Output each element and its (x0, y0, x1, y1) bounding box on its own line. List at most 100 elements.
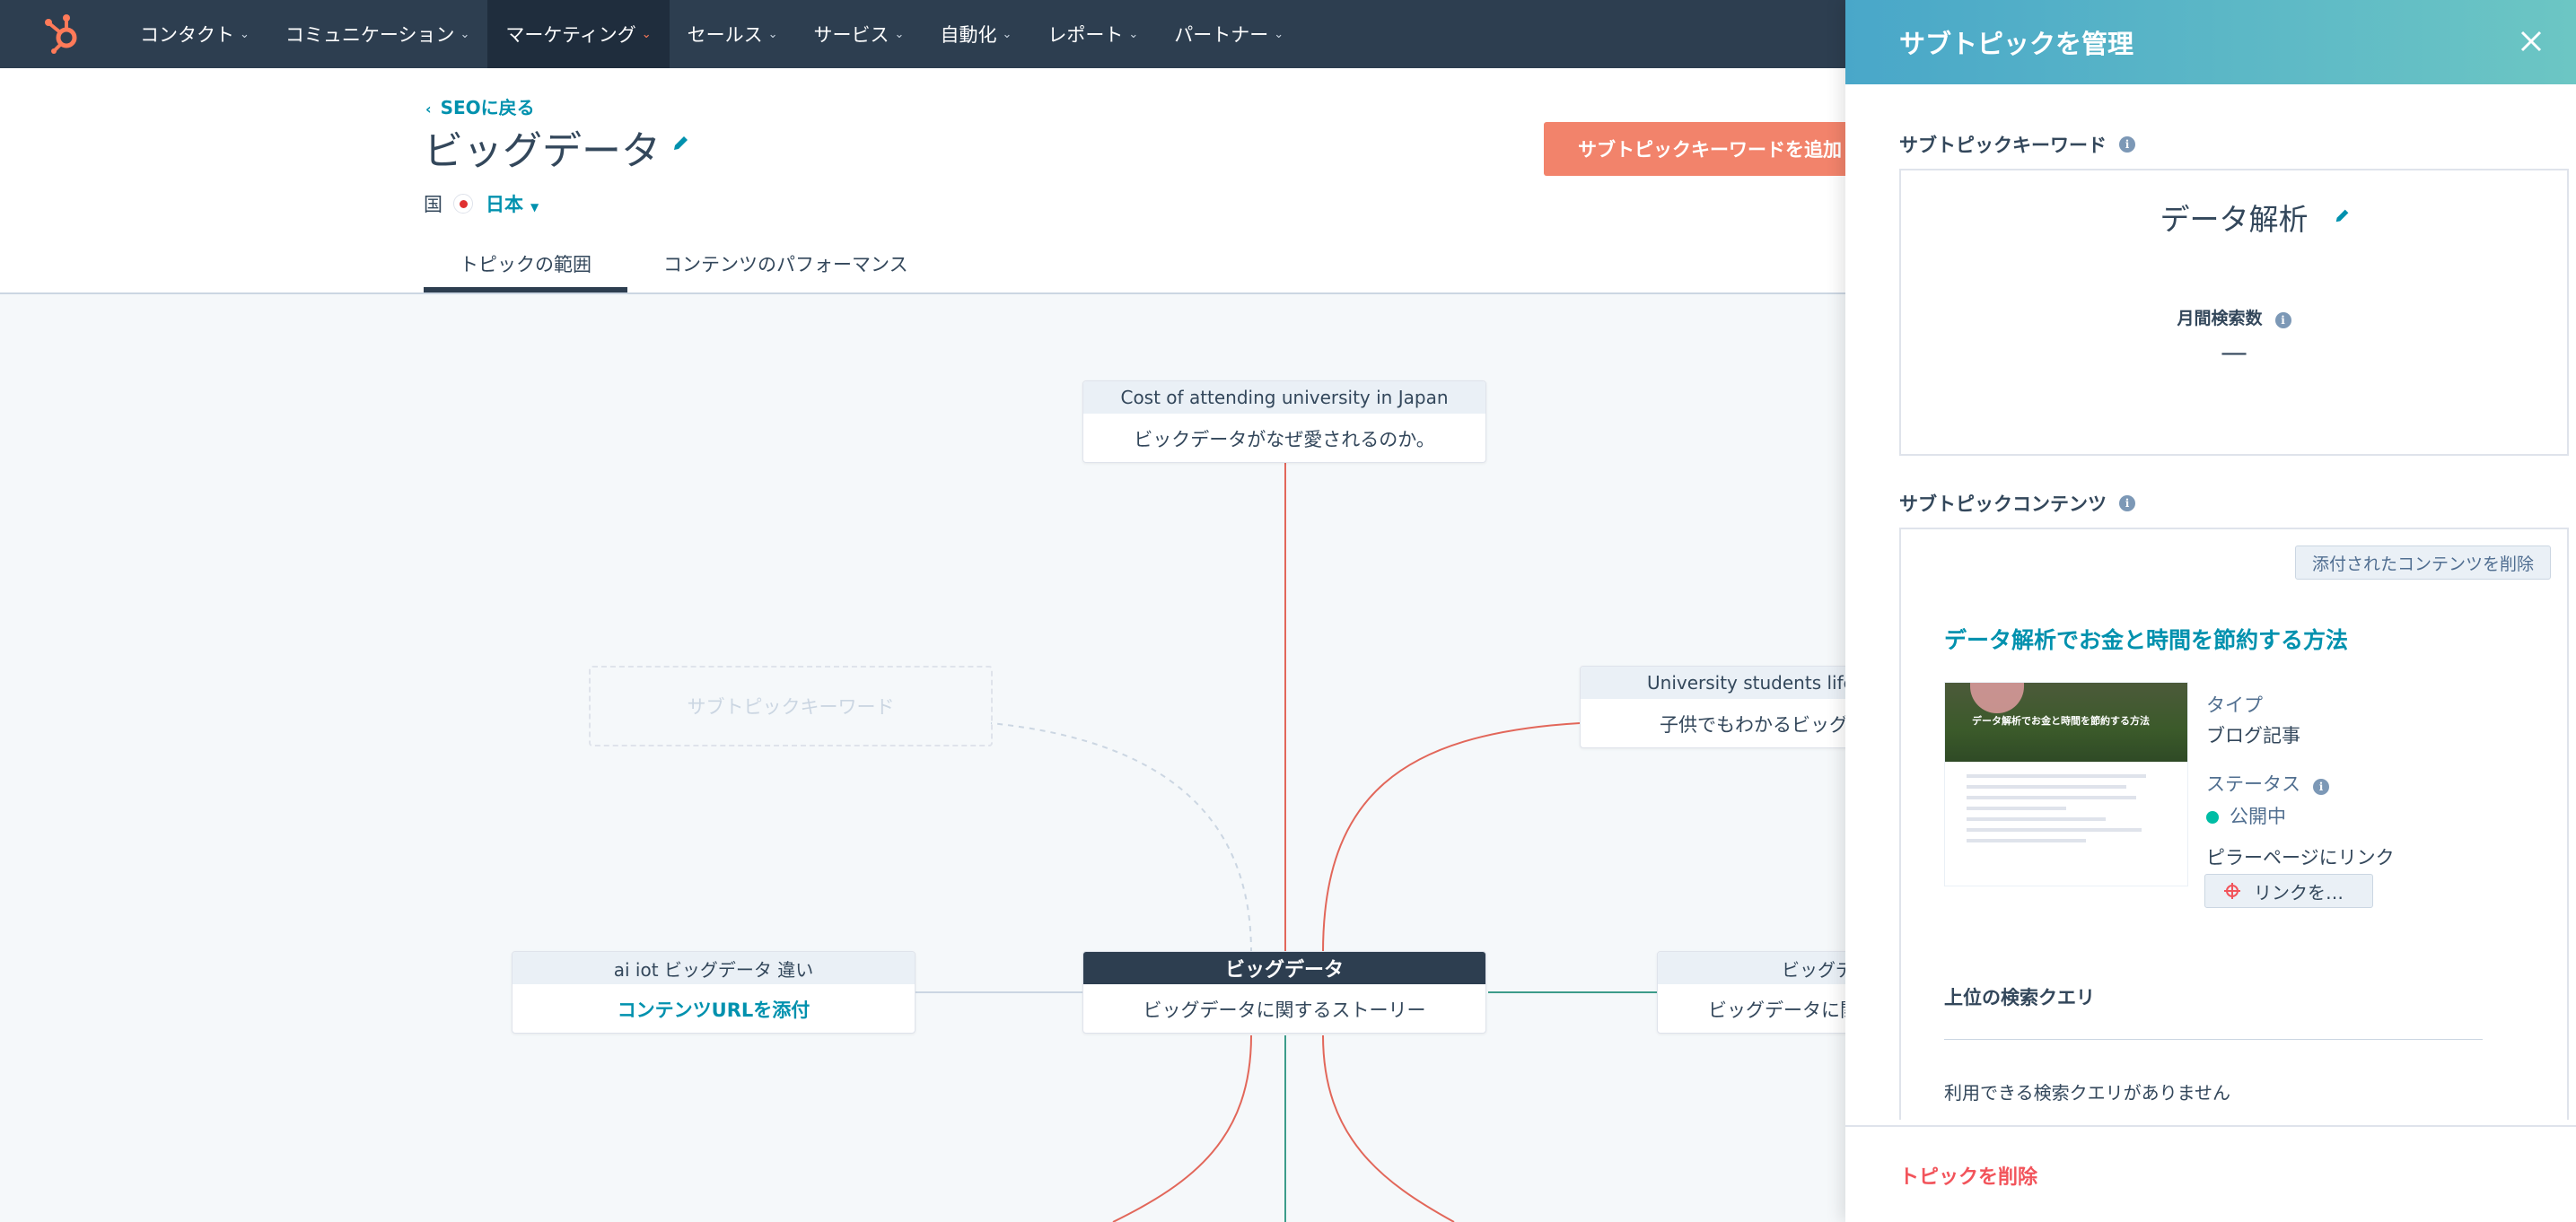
chevron-down-icon: ⌄ (767, 27, 778, 41)
status-label: ステータス i (2206, 770, 2329, 797)
nav-service[interactable]: サービス ⌄ (796, 0, 923, 68)
section-label-text: サブトピックコンテンツ (1899, 493, 2107, 515)
keyword-section-label: サブトピックキーワード i (1899, 131, 2135, 158)
chevron-down-icon: ⌄ (1128, 27, 1139, 41)
country-value: 日本 (486, 194, 523, 215)
edit-keyword-pencil-icon[interactable] (2334, 206, 2352, 224)
top-queries-label: 上位の検索クエリ (1944, 987, 2095, 1008)
thumbnail-decoration (1970, 683, 2024, 713)
caret-down-icon: ▼ (530, 201, 539, 214)
manage-subtopic-panel: サブトピックを管理 サブトピックキーワード i データ解析 月間検索数 i — サブ… (1845, 0, 2576, 1222)
country-dropdown[interactable]: 日本 ▼ (486, 190, 539, 217)
nav-contacts[interactable]: コンタクト ⌄ (122, 0, 267, 68)
chevron-down-icon: ⌄ (1274, 27, 1284, 41)
panel-header: サブトピックを管理 (1845, 0, 2576, 84)
country-label: 国 (424, 194, 442, 215)
info-icon[interactable]: i (2119, 495, 2135, 511)
tab-bar: トピックの範囲 コンテンツのパフォーマンス (424, 235, 944, 292)
thumbnail-caption: データ解析でお金と時間を節約する方法 (1972, 715, 2150, 727)
link-to-pillar-button[interactable]: リンクを… (2204, 874, 2373, 908)
chevron-down-icon: ⌄ (641, 27, 652, 41)
section-label-text: サブトピックキーワード (1899, 135, 2107, 156)
chevron-down-icon: ⌄ (240, 27, 250, 41)
nav-label: サービス (813, 24, 889, 46)
subtopic-keyword-value: データ解析 (2160, 202, 2309, 237)
add-subtopic-keyword-button[interactable]: サブトピックキーワードを追加 (1544, 122, 1849, 176)
back-to-seo-link[interactable]: ‹ SEOに戻る (425, 93, 535, 119)
nav-label: セールス (687, 24, 763, 46)
japan-flag-icon (453, 194, 473, 214)
type-label: タイプ (2206, 694, 2263, 716)
hubspot-sprocket-icon[interactable] (39, 11, 86, 57)
type-value: ブログ記事 (2206, 725, 2300, 746)
pillar-node[interactable]: ビッグデータ ビッグデータに関するストーリー (1082, 951, 1486, 1034)
chevron-down-icon: ⌄ (1002, 27, 1012, 41)
post-title-link[interactable]: データ解析でお金と時間を節約する方法 (1944, 623, 2348, 655)
subtopic-node-top[interactable]: Cost of attending university in Japan ビッ… (1082, 380, 1486, 463)
info-icon[interactable]: i (2119, 136, 2135, 153)
subtopic-placeholder-node[interactable]: サブトピックキーワード (589, 666, 993, 746)
nav-conversations[interactable]: コミュニケーション ⌄ (267, 0, 488, 68)
back-link-label: SEOに戻る (440, 97, 535, 118)
remove-attached-content-button[interactable]: 添付されたコンテンツを削除 (2294, 546, 2551, 580)
chevron-down-icon: ⌄ (894, 27, 905, 41)
node-keyword: Cost of attending university in Japan (1083, 381, 1485, 414)
pillar-link-label: ピラーページにリンク (2206, 847, 2395, 868)
connector-line (1322, 722, 1581, 954)
nav-reports[interactable]: レポート ⌄ (1030, 0, 1156, 68)
info-icon[interactable]: i (2313, 779, 2329, 795)
topic-cluster-canvas[interactable]: Cost of attending university in Japan ビッ… (0, 294, 2061, 1222)
edit-title-pencil-icon[interactable] (671, 133, 691, 153)
delete-topic-link[interactable]: トピックを削除 (1899, 1161, 2037, 1190)
close-icon[interactable] (2513, 23, 2549, 59)
subtopic-node-left[interactable]: ai iot ビッグデータ 違い コンテンツURLを添付 (512, 951, 916, 1034)
chevron-left-icon: ‹ (425, 100, 432, 118)
panel-footer: トピックを削除 (1845, 1125, 2576, 1222)
subtopic-content-card: 添付されたコンテンツを削除 データ解析でお金と時間を節約する方法 データ解析でお… (1899, 528, 2569, 1120)
tab-topic-scope[interactable]: トピックの範囲 (424, 235, 627, 292)
volume-label-text: 月間検索数 (2177, 309, 2263, 328)
placeholder-label: サブトピックキーワード (687, 696, 895, 718)
content-section-label: サブトピックコンテンツ i (1899, 490, 2135, 517)
status-dot-icon (2206, 811, 2219, 824)
pillar-content: ビッグデータに関するストーリー (1143, 999, 1426, 1021)
status-text: 公開中 (2230, 806, 2286, 827)
nav-automation[interactable]: 自動化 ⌄ (922, 0, 1030, 68)
status-label-text: ステータス (2206, 773, 2300, 795)
node-keyword: ai iot ビッグデータ 違い (513, 952, 915, 984)
tab-label: トピックの範囲 (460, 254, 591, 275)
status-value: 公開中 (2206, 802, 2286, 829)
nav-label: マーケティング (505, 24, 636, 46)
connector-line (990, 722, 1252, 954)
thumbnail-text-lines (1945, 762, 2187, 862)
divider (1944, 1039, 2483, 1040)
link-button-label: リンクを… (2254, 881, 2344, 903)
nav-sales[interactable]: セールス ⌄ (670, 0, 796, 68)
nav-partner[interactable]: パートナー ⌄ (1156, 0, 1301, 68)
monthly-search-label: 月間検索数 i (1901, 305, 2567, 329)
nav-label: レポート (1047, 24, 1124, 46)
add-button-label: サブトピックキーワードを追加 (1578, 139, 1842, 161)
page-title: ビッグデータ (424, 128, 661, 174)
info-icon[interactable]: i (2274, 312, 2291, 328)
monthly-search-value: — (2221, 337, 2247, 369)
tab-content-performance[interactable]: コンテンツのパフォーマンス (627, 235, 944, 292)
nav-label: 自動化 (940, 24, 997, 46)
attach-content-url-link[interactable]: コンテンツURLを添付 (513, 984, 915, 1033)
tab-label: コンテンツのパフォーマンス (663, 254, 908, 275)
no-queries-message: 利用できる検索クエリがありません (1944, 1082, 2230, 1104)
connector-line (1322, 1034, 1455, 1222)
keyword-card: データ解析 月間検索数 i — (1899, 169, 2569, 456)
connector-line (1112, 1034, 1252, 1222)
nav-label: パートナー (1174, 24, 1269, 46)
pillar-keyword: ビッグデータ (1083, 952, 1485, 984)
thumbnail-hero: データ解析でお金と時間を節約する方法 (1945, 683, 2187, 762)
chevron-down-icon: ⌄ (460, 27, 470, 41)
cluster-connection-lines (916, 463, 1657, 1222)
post-thumbnail: データ解析でお金と時間を節約する方法 (1944, 682, 2188, 886)
link-broken-icon (2223, 882, 2241, 900)
nav-marketing[interactable]: マーケティング ⌄ (487, 0, 670, 68)
node-content: ビックデータがなぜ愛されるのか。 (1134, 429, 1435, 450)
panel-title: サブトピックを管理 (1899, 29, 2134, 59)
country-selector: 国 日本 ▼ (424, 190, 539, 217)
